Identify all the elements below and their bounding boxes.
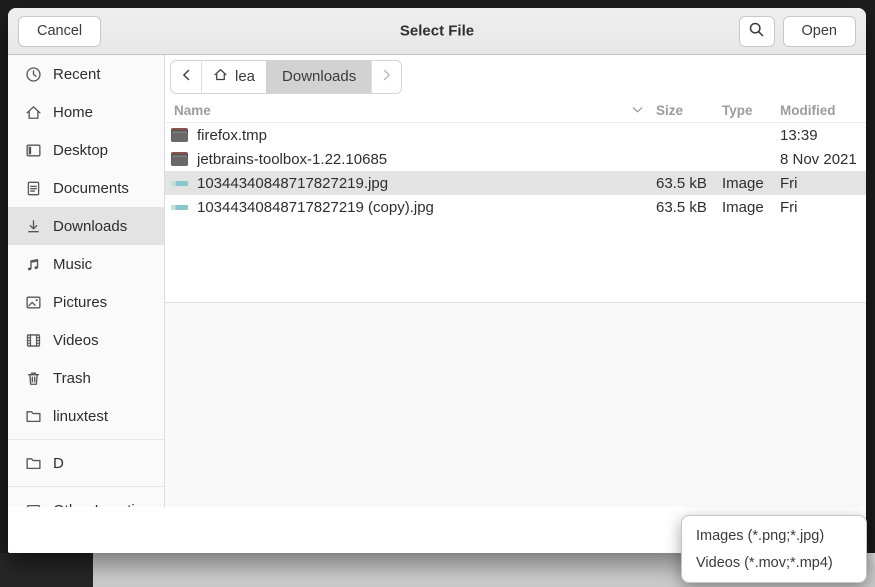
breadcrumb-home-segment[interactable]: lea [201, 61, 266, 93]
sidebar-item-home[interactable]: Home [8, 93, 164, 131]
home-icon [213, 67, 228, 86]
file-size: 63.5 kB [656, 199, 722, 216]
sidebar-item-label: Other Locations [53, 502, 159, 508]
file-name-cell: firefox.tmp [165, 127, 656, 144]
breadcrumb: lea Downloads [170, 60, 402, 94]
sidebar-item-music[interactable]: Music [8, 245, 164, 283]
file-name: jetbrains-toolbox-1.22.10685 [197, 151, 387, 168]
backdrop-dark-panel [0, 553, 93, 587]
folder-icon [25, 408, 42, 425]
folder-color-icon [171, 127, 188, 143]
sidebar-item-documents[interactable]: Documents [8, 169, 164, 207]
sidebar-item-label: Videos [53, 332, 99, 349]
dialog-bottom-strip [165, 302, 866, 507]
chevron-right-icon [381, 68, 392, 85]
file-row[interactable]: 10344340848717827219 (copy).jpg 63.5 kBIm… [165, 195, 866, 219]
breadcrumb-forward-button[interactable] [371, 61, 401, 93]
file-name-cell: 10344340848717827219.jpg [165, 175, 656, 192]
column-header-modified[interactable]: Modified [780, 103, 866, 118]
music-icon [25, 256, 42, 273]
file-modified: Fri [780, 199, 866, 216]
filter-popup: Images (*.png;*.jpg)Videos (*.mov;*.mp4) [681, 515, 867, 583]
file-name: firefox.tmp [197, 127, 267, 144]
sidebar-item-videos[interactable]: Videos [8, 321, 164, 359]
file-list: Name Size Type Modified firefox.tmp 13:39… [165, 98, 866, 302]
sidebar-item-trash[interactable]: Trash [8, 359, 164, 397]
column-header-size[interactable]: Size [656, 103, 722, 118]
file-modified: Fri [780, 175, 866, 192]
image-thumbnail-icon [171, 175, 188, 191]
dialog-headerbar: Cancel Select File Open [8, 8, 866, 55]
file-list-header: Name Size Type Modified [165, 98, 866, 123]
sidebar-item-pictures[interactable]: Pictures [8, 283, 164, 321]
sidebar-item-desktop[interactable]: Desktop [8, 131, 164, 169]
file-name: 10344340848717827219 (copy).jpg [197, 199, 434, 216]
home-icon [25, 104, 42, 121]
desktop-icon [25, 142, 42, 159]
sidebar-separator [8, 439, 164, 440]
file-modified: 13:39 [780, 127, 866, 144]
file-type: Image [722, 175, 780, 192]
sidebar-item-label: Desktop [53, 142, 108, 159]
documents-icon [25, 180, 42, 197]
breadcrumb-home-label: lea [235, 68, 255, 85]
sidebar-item-label: linuxtest [53, 408, 108, 425]
sidebar-item-other-locations[interactable]: Other Locations [8, 491, 164, 507]
sidebar-item-downloads[interactable]: Downloads [8, 207, 164, 245]
sidebar-item-label: Documents [53, 180, 129, 197]
pictures-icon [25, 294, 42, 311]
recent-icon [25, 66, 42, 83]
chevron-down-icon[interactable] [632, 107, 643, 114]
sidebar-item-label: Music [53, 256, 92, 273]
sidebar-item-d[interactable]: D [8, 444, 164, 482]
breadcrumb-downloads-segment[interactable]: Downloads [266, 61, 371, 93]
search-icon [748, 21, 765, 42]
sidebar-item-linuxtest[interactable]: linuxtest [8, 397, 164, 435]
sidebar-item-label: Pictures [53, 294, 107, 311]
dialog-title: Select File [400, 23, 474, 40]
folder-color-icon [171, 151, 188, 167]
breadcrumb-back-button[interactable] [171, 61, 201, 93]
column-header-type[interactable]: Type [722, 103, 780, 118]
sidebar-item-recent[interactable]: Recent [8, 55, 164, 93]
file-name-cell: jetbrains-toolbox-1.22.10685 [165, 151, 656, 168]
sidebar-item-label: Home [53, 104, 93, 121]
other-locations-icon [25, 502, 42, 508]
column-header-name[interactable]: Name [165, 103, 656, 118]
image-thumbnail-icon [171, 199, 188, 215]
trash-icon [25, 370, 42, 387]
content-area: lea Downloads Name [165, 55, 866, 507]
sidebar-separator [8, 486, 164, 487]
sidebar-item-label: Recent [53, 66, 101, 83]
file-size: 63.5 kB [656, 175, 722, 192]
folder-icon [25, 455, 42, 472]
filter-option[interactable]: Images (*.png;*.jpg) [682, 522, 866, 549]
file-name-cell: 10344340848717827219 (copy).jpg [165, 199, 656, 216]
file-row[interactable]: jetbrains-toolbox-1.22.10685 8 Nov 2021 [165, 147, 866, 171]
pathbar: lea Downloads [165, 55, 866, 98]
chevron-left-icon [181, 68, 192, 85]
file-row[interactable]: firefox.tmp 13:39 [165, 123, 866, 147]
file-type: Image [722, 199, 780, 216]
filter-option[interactable]: Videos (*.mov;*.mp4) [682, 549, 866, 576]
file-name: 10344340848717827219.jpg [197, 175, 388, 192]
file-row[interactable]: 10344340848717827219.jpg 63.5 kBImageFri [165, 171, 866, 195]
downloads-icon [25, 218, 42, 235]
videos-icon [25, 332, 42, 349]
places-sidebar: Recent Home Desktop Documents Downloads Music… [8, 55, 165, 507]
file-modified: 8 Nov 2021 [780, 151, 866, 168]
search-button[interactable] [739, 16, 775, 47]
cancel-button[interactable]: Cancel [18, 16, 101, 47]
open-button[interactable]: Open [783, 16, 856, 47]
sidebar-item-label: D [53, 455, 64, 472]
sidebar-item-label: Trash [53, 370, 91, 387]
sidebar-item-label: Downloads [53, 218, 127, 235]
screen: Cancel Select File Open Recent Home Deskto… [0, 0, 875, 587]
file-chooser-dialog: Cancel Select File Open Recent Home Deskto… [8, 8, 866, 553]
